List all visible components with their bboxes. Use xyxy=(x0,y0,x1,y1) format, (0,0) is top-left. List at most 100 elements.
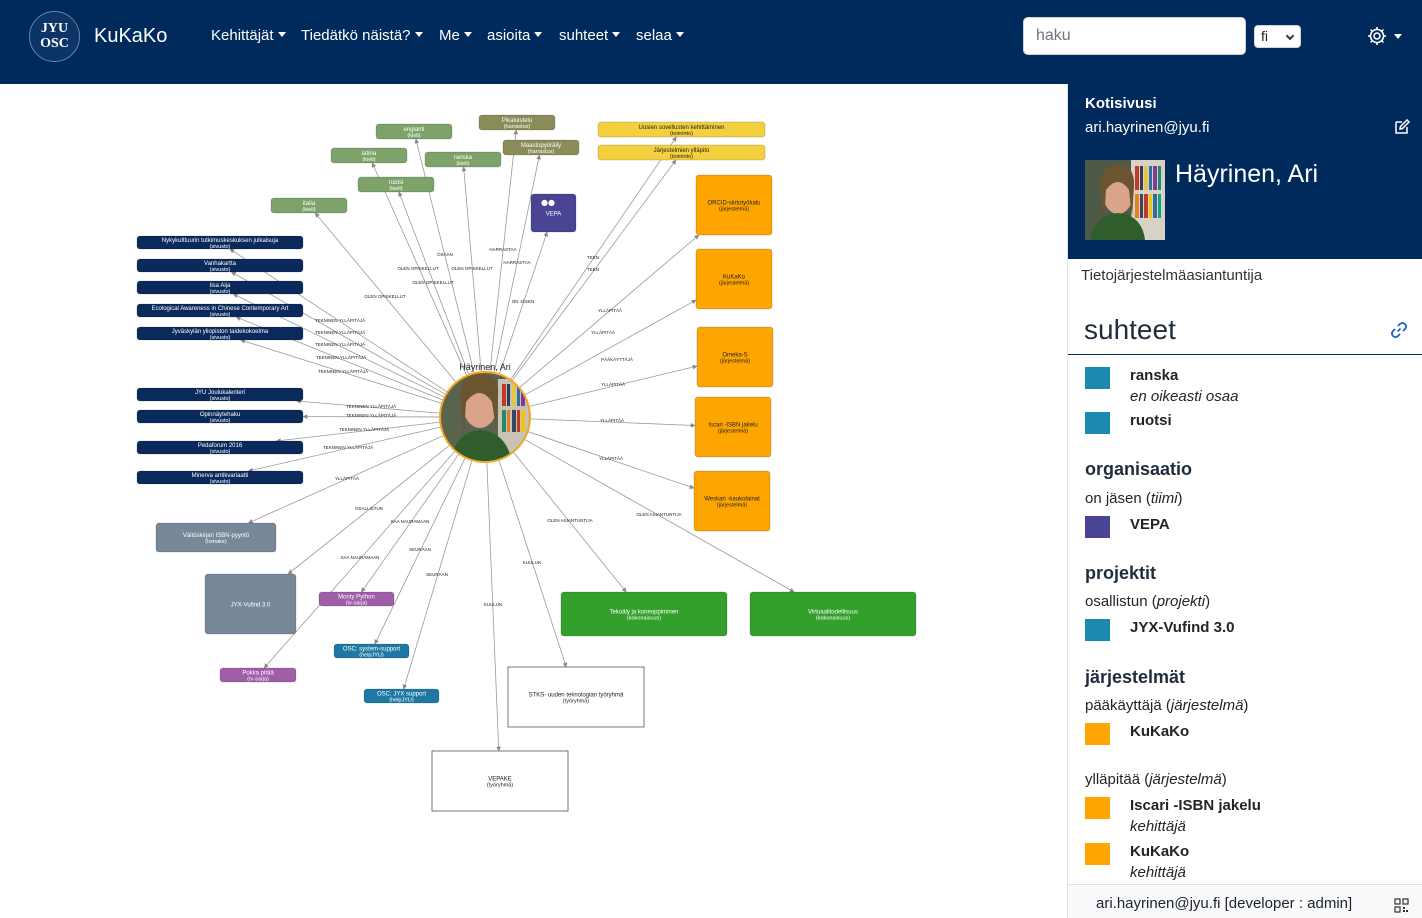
graph-node[interactable]: Monty Python(tv-sarja) xyxy=(318,591,395,607)
graph-node[interactable]: Vanhakartta(sivusto) xyxy=(136,258,304,273)
graph-node[interactable]: ranska(kieli) xyxy=(424,151,502,168)
graph-node[interactable]: ruotsi(kieli) xyxy=(357,176,435,193)
graph-node[interactable]: KuKaKo(järjestelmä) xyxy=(695,248,773,310)
graph-node[interactable]: Jyväskylän yliopiston taidekokoelma(sivu… xyxy=(136,326,304,341)
relation-item-name[interactable]: Iscari -ISBN jakelu xyxy=(1130,797,1261,814)
relation-section-heading: projektit xyxy=(1085,563,1157,583)
graph-node[interactable]: Omeka-S(järjestelmä) xyxy=(696,326,774,388)
graph-node[interactable]: VEPA ●● xyxy=(530,193,577,233)
graph-node[interactable]: Pedaforum 2016(sivusto) xyxy=(136,440,304,455)
search-input[interactable] xyxy=(1023,17,1246,55)
graph-node-type: (sivusto) xyxy=(210,335,231,341)
graph-node[interactable]: italia(kieli) xyxy=(270,197,348,214)
graph-node[interactable]: Virtuaalitodellisuus(kokonaisuus) xyxy=(749,591,917,637)
edit-icon[interactable] xyxy=(1394,119,1410,135)
graph-node[interactable]: Pokka pitää(tv-sarja) xyxy=(219,667,297,683)
graph-edge-label: YLLÄPITÄÄ xyxy=(599,455,623,461)
relation-item-name[interactable]: VEPA xyxy=(1130,516,1170,533)
graph-node[interactable]: Opinnäytehaku(sivusto) xyxy=(136,409,304,424)
graph-node[interactable]: ORCID-siirtotyökalu(järjestelmä) xyxy=(695,174,773,236)
relation-item-name[interactable]: KuKaKo xyxy=(1130,723,1189,740)
graph-node[interactable]: latina(kieli) xyxy=(330,147,408,164)
graph-node[interactable]: Ecological Awareness in Chinese Contempo… xyxy=(136,303,304,318)
graph-node-type: (työryhmä) xyxy=(487,783,513,789)
gear-icon[interactable] xyxy=(1366,25,1402,47)
graph-edge-label: TEEN xyxy=(587,267,599,272)
relation-item-name[interactable]: KuKaKo xyxy=(1130,843,1189,860)
logo-line-2: OSC xyxy=(40,36,69,51)
group-icon: ●● xyxy=(541,198,555,207)
graph-node[interactable]: Minerva antikvariaatti(sivusto) xyxy=(136,470,304,485)
relation-color-swatch xyxy=(1085,797,1110,819)
graph-edge-label: OLEN OPISKELLUT xyxy=(397,266,439,271)
home-label: Kotisivusi xyxy=(1085,95,1157,112)
graph-node[interactable]: Väitöskirjan ISBN-pyyntö(lomake) xyxy=(155,522,277,553)
graph-node[interactable]: englanti(kieli) xyxy=(375,123,453,140)
graph-edge-label: ON JÄSEN xyxy=(512,298,535,304)
graph-node[interactable]: OSC: JYX support(helpJYU) xyxy=(363,688,440,704)
graph-node[interactable]: JYU Joulukalenteri(sivusto) xyxy=(136,387,304,402)
qr-code-icon[interactable] xyxy=(1394,898,1409,913)
graph-node-type: (harrastus) xyxy=(504,124,531,130)
graph-edge-label: OSALLISTUN xyxy=(355,506,383,511)
chevron-down-icon xyxy=(1285,31,1295,41)
center-node-label: Häyrinen, Ari xyxy=(459,362,511,372)
graph-edge-label: YLLÄPITÄÄ xyxy=(601,381,625,387)
graph-edge-label: SEURAAN xyxy=(409,547,431,552)
relation-item-name[interactable]: ruotsi xyxy=(1130,412,1172,429)
graph-edge-label: HARRASTAA xyxy=(503,260,530,265)
graph-node[interactable]: Weskari -kaukolainat(järjestelmä) xyxy=(693,470,771,532)
graph-node-type: (lomake) xyxy=(205,539,227,545)
graph-node-type: (sivusto) xyxy=(210,449,231,455)
graph-node[interactable]: Maastopyöräily(harrastus) xyxy=(502,139,580,156)
graph-node[interactable]: Iisa Aija(sivusto) xyxy=(136,280,304,295)
link-icon[interactable] xyxy=(1390,321,1408,339)
menu-tiedatko-naista[interactable]: Tiedätkö näistä? xyxy=(301,27,423,44)
graph-node-type: (toiminto) xyxy=(670,154,693,160)
graph-node-label: JYX-Vufind 3.0 xyxy=(231,603,271,609)
menu-selaa[interactable]: selaa xyxy=(636,27,684,44)
graph-edge-label: TEKNINEN YLLÄPITÄJÄ xyxy=(323,444,373,450)
graph-node[interactable]: Uusien sovellusten kehittäminen(toiminto… xyxy=(597,121,766,138)
menu-asioita[interactable]: asioita xyxy=(487,27,542,44)
relation-item-name[interactable]: JYX-Vufind 3.0 xyxy=(1130,619,1234,636)
graph-edge-label: YLLÄPITÄÄ xyxy=(335,475,359,481)
graph-node[interactable]: OSC: system-support(helpJYU) xyxy=(333,643,410,659)
language-select[interactable]: fi xyxy=(1254,25,1301,48)
graph-node-type: (sivusto) xyxy=(210,418,231,424)
relationship-graph[interactable]: OSAAN OLEN OPISKELLUT OLEN OPISKELLUT OLEN … xyxy=(0,84,1067,918)
graph-edge-label: OLEN ASIANTUNTIJA xyxy=(547,518,592,523)
footer: ari.hayrinen@jyu.fi [developer : admin] xyxy=(1068,884,1422,918)
brand-link[interactable]: KuKaKo xyxy=(94,25,167,48)
graph-edge-label: KUULUN xyxy=(523,560,542,565)
graph-node[interactable]: Pikaluistelu(harrastus) xyxy=(478,114,556,131)
graph-node-type: (sivusto) xyxy=(210,396,231,402)
graph-node[interactable]: STKS- uuden teknologian työryhmä(työryhm… xyxy=(507,666,645,728)
relation-section-heading: organisaatio xyxy=(1085,459,1193,479)
graph-edge-label: TEEN xyxy=(587,255,599,260)
sidebar: Kotisivusi ari.hayrinen@jyu.fi Häyrinen,… xyxy=(1067,84,1422,918)
jyu-osc-logo[interactable]: JYU OSC xyxy=(29,11,80,62)
menu-suhteet[interactable]: suhteet xyxy=(559,27,620,44)
graph-node[interactable]: VEPAKE(työryhmä) xyxy=(431,750,569,812)
menu-me[interactable]: Me xyxy=(439,27,472,44)
graph-edge-label: TEKNINEN YLLÄPITÄJÄ xyxy=(316,354,366,360)
graph-node[interactable]: JYX-Vufind 3.0 xyxy=(204,573,297,635)
graph-node-type: (kieli) xyxy=(302,207,315,213)
relation-item-role: kehittäjä xyxy=(1130,864,1186,881)
graph-node[interactable]: Nykykulttuurin tutkimuskeskuksen julkais… xyxy=(136,235,304,250)
graph-node[interactable]: Iscari -ISBN jakelu(järjestelmä) xyxy=(694,396,772,458)
relation-color-swatch xyxy=(1085,412,1110,434)
graph-edge-label: OLEN OPISKELLUT xyxy=(364,294,406,299)
graph-node-type: (kokonaisuus) xyxy=(627,616,661,622)
graph-node[interactable]: Järjestelmien ylläpito(toiminto) xyxy=(597,144,766,161)
graph-node-type: (järjestelmä) xyxy=(719,281,749,287)
profile-name: Häyrinen, Ari xyxy=(1175,160,1319,188)
graph-node-type: (helpJYU) xyxy=(359,653,384,659)
relations-list: ranska en oikeasti osaa ruotsi organisaatio… xyxy=(1068,356,1422,884)
graph-node[interactable]: Tekoäly ja koneoppiminen(kokonaisuus) xyxy=(560,591,728,637)
center-node[interactable]: Häyrinen, Ari xyxy=(439,362,533,463)
graph-node-type: (sivusto) xyxy=(210,479,231,485)
menu-kehittajat[interactable]: Kehittäjät xyxy=(211,27,286,44)
relation-item-name[interactable]: ranska xyxy=(1130,367,1178,384)
